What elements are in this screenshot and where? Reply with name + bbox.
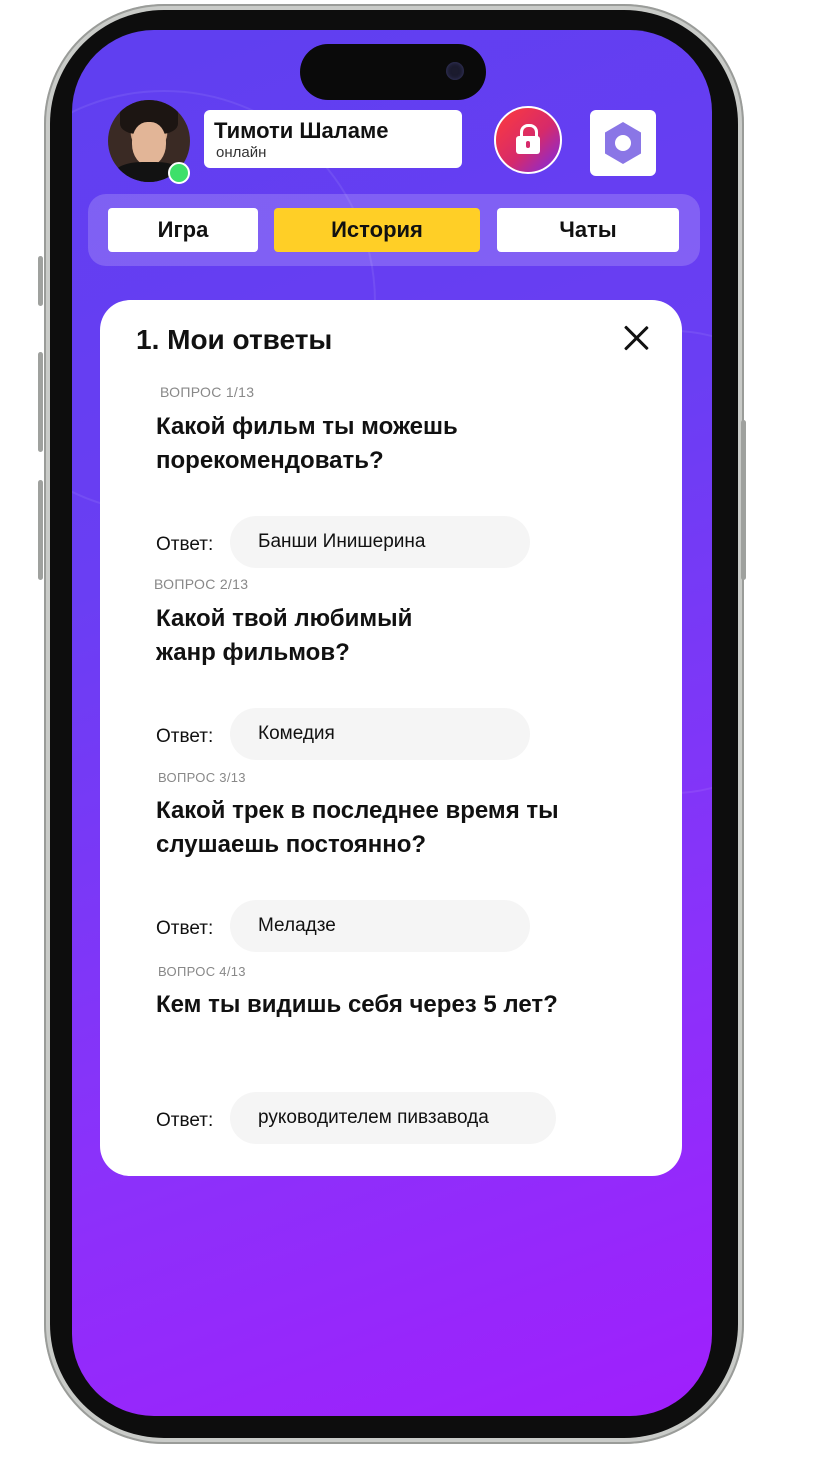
answers-card: 1. Мои ответы ВОПРОС 1/13 Какой фильм ты… [100,300,682,1176]
settings-button[interactable] [590,110,656,176]
question-label: ВОПРОС 3/13 [158,770,246,785]
question-label: ВОПРОС 2/13 [154,576,249,592]
question-text: Какой фильм ты можешь порекомендовать? [156,413,458,474]
phone-volume-up [38,352,43,452]
question-label: ВОПРОС 1/13 [160,384,255,400]
answer-label: Ответ: [156,1110,214,1131]
profile-name: Тимоти Шаламе [214,118,389,143]
tab-chats[interactable]: Чаты [497,208,679,252]
close-icon[interactable] [620,322,652,354]
camera-icon [446,62,464,80]
avatar-face [132,122,166,166]
phone-side-button [38,256,43,306]
lock-icon-keyhole [526,141,530,148]
question-text: Какой твой любимый жанр фильмов? [156,605,413,666]
phone-power-button [741,420,746,580]
profile-status: онлайн [216,144,267,161]
profile-name-box[interactable]: Тимоти Шаламе онлайн [204,110,462,168]
card-title: 1. Мои ответы [136,324,333,355]
tab-history[interactable]: История [274,208,480,252]
question-text: Какой трек в последнее время ты слушаешь… [156,797,559,858]
tab-game[interactable]: Игра [108,208,258,252]
question-text: Кем ты видишь себя через 5 лет? [156,991,558,1018]
answer-field[interactable]: Меладзе [230,900,530,952]
online-status-indicator [168,162,190,184]
answer-label: Ответ: [156,534,214,555]
phone-screen: Тимоти Шаламе онлайн Игра История Чаты 1… [72,30,712,1416]
answer-field[interactable]: Банши Инишерина [230,516,530,568]
question-label: ВОПРОС 4/13 [158,964,246,979]
answer-field[interactable]: руководителем пивзавода [230,1092,556,1144]
lock-button[interactable] [494,106,562,174]
phone-volume-down [38,480,43,580]
answer-label: Ответ: [156,918,214,939]
hexagon-settings-icon [605,122,641,164]
answer-field[interactable]: Комедия [230,708,530,760]
tab-bar: Игра История Чаты [88,194,700,266]
answer-label: Ответ: [156,726,214,747]
dynamic-island [300,44,486,100]
